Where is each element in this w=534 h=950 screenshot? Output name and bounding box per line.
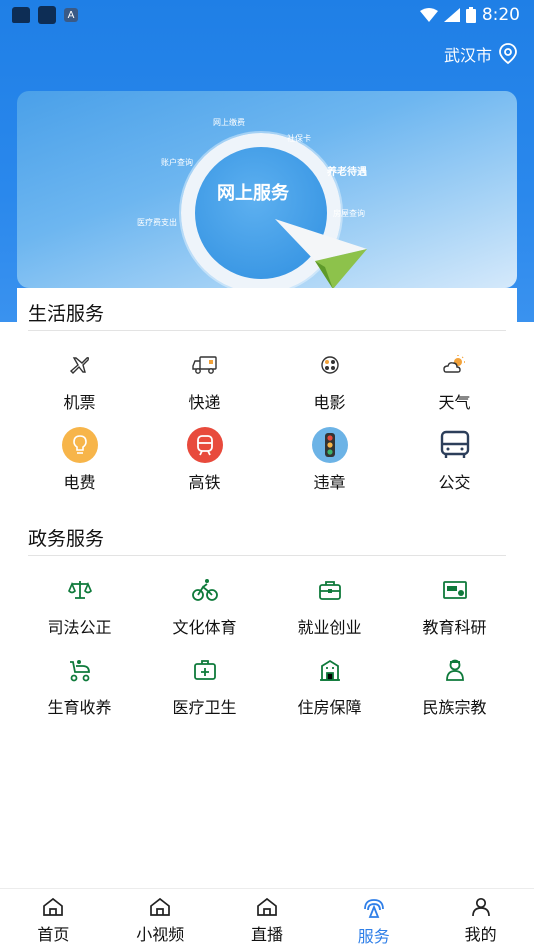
service-label: 民族宗教 <box>422 698 487 717</box>
service-label: 电影 <box>313 393 346 412</box>
home-icon <box>257 897 277 916</box>
banner-label-medical: 医疗费支出 <box>137 218 177 227</box>
bus-icon <box>437 427 473 463</box>
gov-birth-adoption[interactable]: 生育收养 <box>17 648 142 728</box>
service-label: 司法公正 <box>47 618 112 637</box>
notification-bag-icon <box>12 7 30 23</box>
notification-a-icon: A <box>64 8 78 22</box>
service-label: 就业创业 <box>297 618 362 637</box>
tab-label: 我的 <box>464 925 497 944</box>
service-icon <box>363 899 384 918</box>
signal-icon <box>443 8 460 22</box>
service-label: 教育科研 <box>422 618 487 637</box>
gov-services-title: 政务服务 <box>28 528 105 550</box>
banner-label-housing: 房屋查询 <box>333 209 365 218</box>
service-label: 电费 <box>63 473 96 492</box>
traffic-light-icon <box>311 427 348 463</box>
life-services-title: 生活服务 <box>28 303 105 325</box>
service-label: 违章 <box>313 473 346 492</box>
banner-label-account: 账户查询 <box>161 158 193 167</box>
gov-education[interactable]: 教育科研 <box>392 568 517 648</box>
gov-ethnic-religion[interactable]: 民族宗教 <box>392 648 517 728</box>
service-weather[interactable]: 天气 <box>392 343 517 423</box>
service-electricity[interactable]: 电费 <box>17 423 142 503</box>
service-violation[interactable]: 违章 <box>267 423 392 503</box>
tab-mine[interactable]: 我的 <box>427 889 534 950</box>
life-services-divider <box>28 330 506 331</box>
train-icon <box>186 427 223 463</box>
tab-home[interactable]: 首页 <box>0 889 107 950</box>
stroller-icon <box>62 652 98 688</box>
service-label: 天气 <box>438 393 471 412</box>
gov-employment[interactable]: 就业创业 <box>267 568 392 648</box>
status-bar: A 8:20 <box>0 0 534 30</box>
medical-kit-icon <box>187 652 223 688</box>
notification-app-icon <box>38 6 56 24</box>
service-movie[interactable]: 电影 <box>267 343 392 423</box>
life-services-grid: 机票 快递 电影 天气 电费 高铁 违章 公交 <box>17 343 517 503</box>
delivery-truck-icon <box>187 347 223 383</box>
service-label: 机票 <box>63 393 96 412</box>
cyclist-icon <box>187 572 223 608</box>
location-pin-icon <box>499 43 517 65</box>
tab-label: 首页 <box>37 925 70 944</box>
service-label: 住房保障 <box>297 698 362 717</box>
service-label: 医疗卫生 <box>172 698 237 717</box>
tab-label: 服务 <box>357 927 390 946</box>
location-selector[interactable]: 武汉市 <box>444 42 518 66</box>
gov-housing[interactable]: 住房保障 <box>267 648 392 728</box>
film-reel-icon <box>312 347 348 383</box>
service-label: 公交 <box>438 473 471 492</box>
building-icon <box>312 652 348 688</box>
gov-judicial[interactable]: 司法公正 <box>17 568 142 648</box>
airplane-icon <box>62 347 98 383</box>
tab-service[interactable]: 服务 <box>320 889 427 950</box>
wifi-icon <box>419 8 438 22</box>
gov-culture-sports[interactable]: 文化体育 <box>142 568 267 648</box>
service-bus[interactable]: 公交 <box>392 423 517 503</box>
home-icon <box>43 897 64 916</box>
lightbulb-icon <box>61 427 98 463</box>
banner-label-payment: 网上缴费 <box>213 118 245 127</box>
certificate-icon <box>437 572 473 608</box>
scales-icon <box>62 572 98 608</box>
service-label: 快递 <box>188 393 221 412</box>
service-label: 高铁 <box>188 473 221 492</box>
promo-banner[interactable]: 网上服务 网上缴费 社保卡 养老待遇 账户查询 医疗费支出 房屋查询 <box>17 91 517 288</box>
location-label: 武汉市 <box>443 46 492 65</box>
tab-short-video[interactable]: 小视频 <box>107 889 214 950</box>
user-icon <box>471 897 490 917</box>
banner-label-pension: 养老待遇 <box>327 167 367 178</box>
tab-live[interactable]: 直播 <box>214 889 321 950</box>
bottom-tab-bar: 首页 小视频 直播 服务 我的 <box>0 888 534 950</box>
service-label: 生育收养 <box>47 698 112 717</box>
tab-label: 小视频 <box>136 925 185 944</box>
banner-label-social-card: 社保卡 <box>287 134 311 143</box>
tab-label: 直播 <box>250 925 283 944</box>
battery-icon <box>465 7 476 23</box>
briefcase-icon <box>312 572 348 608</box>
paper-plane-icon <box>275 219 367 288</box>
gov-medical[interactable]: 医疗卫生 <box>142 648 267 728</box>
weather-icon <box>437 347 473 383</box>
gov-services-divider <box>28 555 506 556</box>
service-delivery[interactable]: 快递 <box>142 343 267 423</box>
service-label: 文化体育 <box>172 618 237 637</box>
status-time: 8:20 <box>481 5 520 25</box>
gov-services-grid: 司法公正 文化体育 就业创业 教育科研 生育收养 医疗卫生 住房保障 民族宗教 <box>17 568 517 728</box>
service-train[interactable]: 高铁 <box>142 423 267 503</box>
person-icon <box>437 652 473 688</box>
service-airplane[interactable]: 机票 <box>17 343 142 423</box>
banner-center-text: 网上服务 <box>217 183 289 204</box>
home-icon <box>150 897 171 916</box>
